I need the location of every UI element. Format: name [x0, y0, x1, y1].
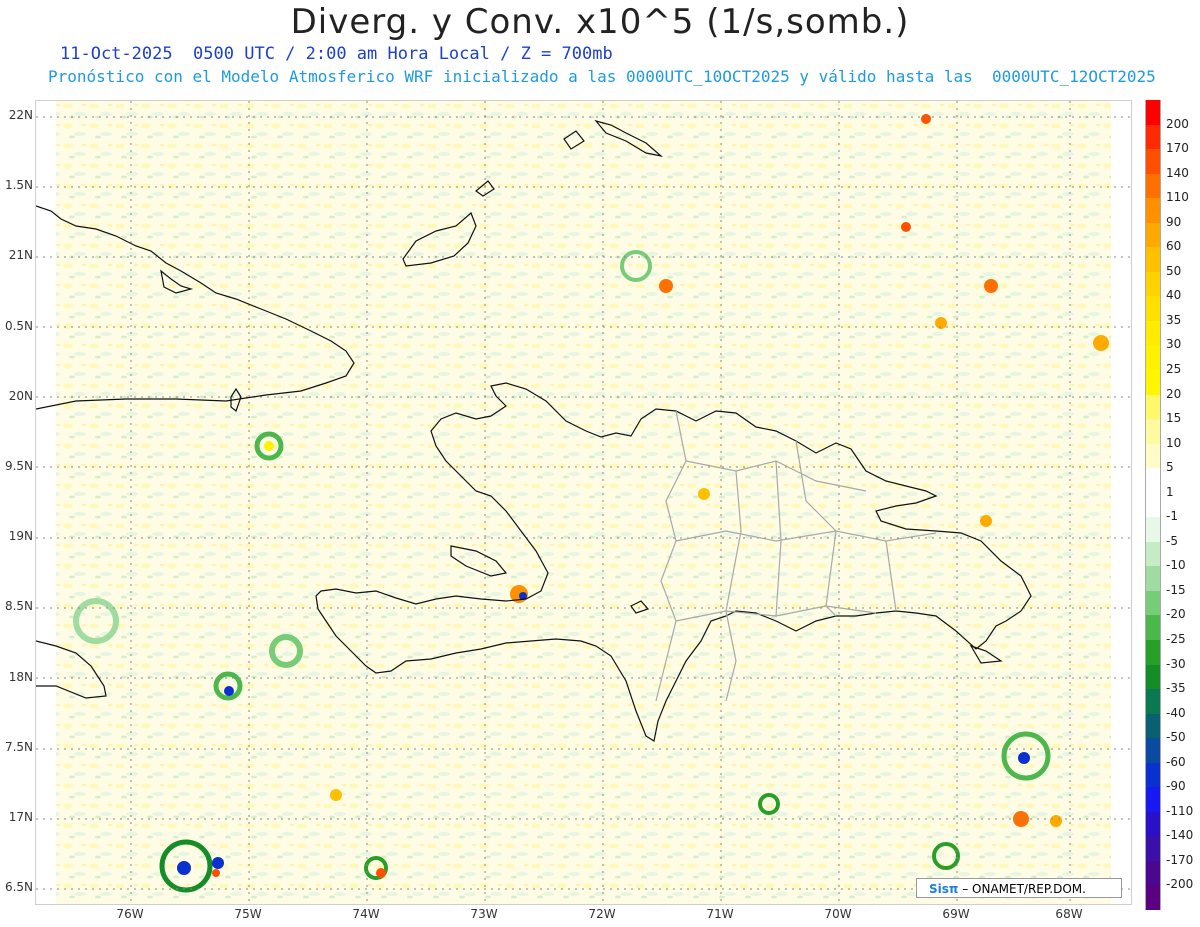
latitude-tick-label: 19N	[8, 529, 33, 544]
credit-box: Sisπ – ONAMET/REP.DOM.	[916, 878, 1122, 898]
longitude-tick-label: 72W	[588, 907, 616, 921]
colorbar-segment	[1145, 738, 1161, 764]
colorbar-label: -20	[1166, 607, 1186, 622]
colorbar-label: -30	[1166, 656, 1186, 671]
longitude-tick-label: 71W	[706, 907, 734, 921]
latitude-tick-label: 8.5N	[4, 599, 33, 614]
colorbar-segment	[1145, 370, 1161, 396]
colorbar-label: -40	[1166, 705, 1186, 720]
colorbar-segment	[1145, 590, 1161, 616]
latitude-tick-label: 0.5N	[4, 318, 33, 333]
colorbar-segment	[1145, 566, 1161, 592]
colorbar-segment	[1145, 222, 1161, 248]
colorbar-segment	[1145, 100, 1161, 126]
colorbar-label: 35	[1166, 312, 1182, 327]
longitude-tick-label: 76W	[116, 907, 144, 921]
credit-text: – ONAMET/REP.DOM.	[962, 882, 1086, 896]
colorbar-segment	[1145, 443, 1161, 469]
colorbar-segment	[1145, 517, 1161, 543]
colorbar-label: 60	[1166, 239, 1182, 254]
colorbar-label: -110	[1166, 803, 1194, 818]
longitude-tick-label: 69W	[942, 907, 970, 921]
colorbar-label: -10	[1166, 558, 1186, 573]
colorbar-segment	[1145, 492, 1161, 518]
colorbar-label: 90	[1166, 214, 1182, 229]
colorbar-label: 200	[1166, 116, 1189, 131]
colorbar-segment	[1145, 468, 1161, 494]
colorbar-label: 50	[1166, 263, 1182, 278]
colorbar-segment	[1145, 885, 1161, 911]
colorbar-segment	[1145, 271, 1161, 297]
colorbar-label: -25	[1166, 632, 1186, 646]
colorbar-label: -1	[1166, 509, 1178, 524]
latitude-tick-label: 22N	[8, 108, 33, 122]
colorbar-segment	[1145, 640, 1161, 666]
colorbar-segment	[1145, 419, 1161, 445]
longitude-tick-label: 75W	[234, 907, 262, 921]
valid-time-subtitle: 11-Oct-2025 0500 UTC / 2:00 am Hora Loca…	[60, 44, 613, 64]
colorbar-segment	[1145, 713, 1161, 739]
colorbar-segment	[1145, 762, 1161, 788]
colorbar-segment	[1145, 664, 1161, 690]
latitude-tick-label: 21N	[8, 248, 33, 263]
colorbar-segment	[1145, 787, 1161, 813]
longitude-tick-label: 70W	[824, 907, 852, 921]
colorbar-label: -140	[1166, 828, 1194, 843]
latitude-tick-label: 1.5N	[4, 178, 33, 193]
colorbar-segment	[1145, 198, 1161, 224]
colorbar-segment	[1145, 394, 1161, 420]
colorbar-label: 30	[1166, 337, 1182, 352]
map-canvas	[35, 101, 1131, 904]
colorbar-label: -170	[1166, 852, 1194, 867]
colorbar-segment	[1145, 124, 1161, 150]
colorbar-label: 110	[1166, 190, 1189, 205]
colorbar-label: -35	[1166, 681, 1186, 696]
colorbar-label: -60	[1166, 754, 1186, 769]
colorbar-segment	[1145, 615, 1161, 641]
colorbar-label: 140	[1166, 165, 1189, 180]
sispi-logo: Sisπ	[929, 882, 959, 896]
colorbar-segment	[1145, 173, 1161, 199]
colorbar-label: 20	[1166, 386, 1182, 401]
colorbar-label: 40	[1166, 288, 1182, 303]
latitude-tick-label: 20N	[8, 388, 33, 403]
map-panel: Sisπ – ONAMET/REP.DOM.	[35, 100, 1132, 905]
latitude-tick-label: 9.5N	[4, 459, 33, 473]
longitude-tick-label: 68W	[1055, 907, 1083, 921]
colorbar-segment	[1145, 811, 1161, 837]
colorbar-label: -50	[1166, 730, 1186, 745]
colorbar-segment	[1145, 149, 1161, 175]
divergence-field	[56, 101, 1111, 904]
colorbar-label: -200	[1166, 877, 1194, 892]
longitude-tick-label: 73W	[470, 907, 498, 921]
latitude-tick-label: 6.5N	[4, 880, 33, 895]
colorbar-segment	[1145, 320, 1161, 346]
colorbar-label: 170	[1166, 141, 1189, 156]
latitude-tick-label: 7.5N	[4, 739, 33, 754]
longitude-tick-label: 74W	[352, 907, 380, 921]
model-info-subtitle: Pronóstico con el Modelo Atmosferico WRF…	[48, 67, 1156, 86]
colorbar-segment	[1145, 836, 1161, 862]
colorbar-label: 5	[1166, 460, 1174, 475]
colorbar-label: 10	[1166, 435, 1182, 450]
colorbar-label: 25	[1166, 362, 1182, 376]
colorbar-segment	[1145, 860, 1161, 886]
latitude-tick-label: 17N	[8, 810, 33, 824]
colorbar-segment	[1145, 541, 1161, 567]
colorbar-label: -15	[1166, 582, 1186, 597]
colorbar-segment	[1145, 296, 1161, 322]
chart-title: Diverg. y Conv. x10^5 (1/s,somb.)	[290, 2, 910, 42]
colorbar-label: -5	[1166, 533, 1178, 548]
latitude-tick-label: 18N	[8, 669, 33, 684]
colorbar-label: 1	[1166, 484, 1174, 499]
colorbar-label: -90	[1166, 779, 1186, 794]
colorbar-segment	[1145, 689, 1161, 715]
colorbar-label: 15	[1166, 411, 1182, 426]
colorbar-segment	[1145, 247, 1161, 273]
colorbar-segment	[1145, 345, 1161, 371]
